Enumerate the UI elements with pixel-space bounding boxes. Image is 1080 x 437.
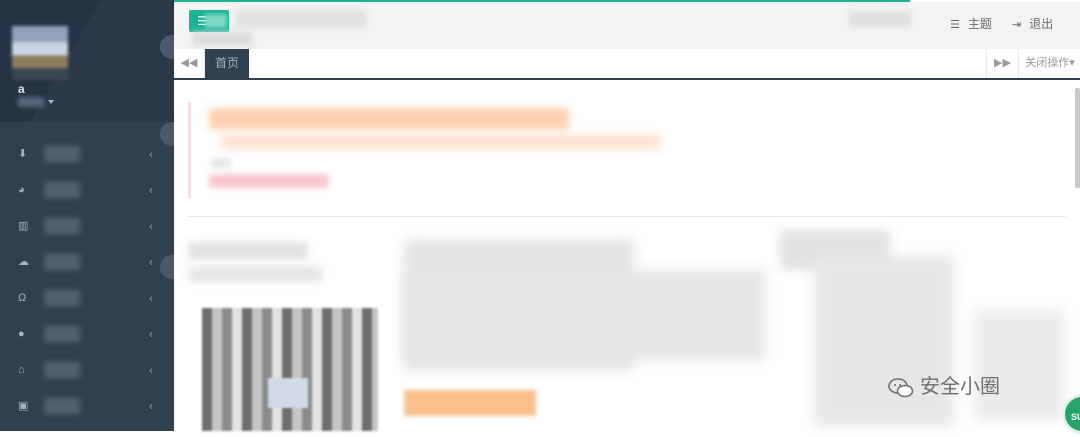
header-subtitle-redacted xyxy=(192,32,252,46)
sidebar-item-label xyxy=(44,146,80,162)
profile-name[interactable]: a xyxy=(18,82,25,96)
home-icon: ⌂ xyxy=(18,364,25,376)
chevron-left-icon: ‹ xyxy=(149,363,153,377)
notice-panel xyxy=(188,102,671,198)
sidebar-item-label xyxy=(44,182,80,198)
column3-body-redacted xyxy=(814,256,954,426)
column2-body-redacted xyxy=(404,270,766,360)
sidebar-item-label xyxy=(44,290,80,306)
twitch-icon: ▣ xyxy=(18,400,29,412)
avatar[interactable] xyxy=(12,26,68,80)
notice-meta-redacted xyxy=(211,158,231,168)
theme-button[interactable]: ☰ 主题 xyxy=(950,15,992,32)
menu-toggle-button[interactable]: ☰ xyxy=(189,10,229,32)
tab-home[interactable]: 首页 xyxy=(205,49,249,78)
notice-text-redacted xyxy=(221,134,661,150)
chevron-left-icon: ‹ xyxy=(149,255,153,269)
chevron-left-icon: ‹ xyxy=(149,183,153,197)
sidebar-item-2[interactable]: ◕ ‹ xyxy=(0,173,174,209)
sidebar-item-4[interactable]: ☁ ‹ xyxy=(0,245,174,281)
main-content: 安全小圈 SU xyxy=(174,80,1080,434)
qr-code-image xyxy=(202,308,378,431)
tab-bar: ◀◀ 首页 ▶▶ 关闭操作▾ xyxy=(174,49,1080,80)
sidebar: a ⬇ ‹ ◕ ‹ ▥ ‹ ☁ ‹ Ω ‹ ● ‹ ⌂ ‹ ▣ ‹ xyxy=(0,0,174,431)
sidebar-item-3[interactable]: ▥ ‹ xyxy=(0,209,174,245)
notice-heading-redacted xyxy=(209,108,569,130)
column2-button-redacted[interactable] xyxy=(404,390,536,416)
logout-label: 退出 xyxy=(1029,17,1054,31)
menu-toggle-blur xyxy=(205,14,227,28)
watermark-text: 安全小圈 xyxy=(920,376,1000,398)
sidebar-item-label xyxy=(44,326,80,342)
chevron-left-icon: ‹ xyxy=(149,399,153,413)
cloud-icon: ☁ xyxy=(18,256,29,268)
theme-label: 主题 xyxy=(967,17,992,31)
bar-chart-icon: ▥ xyxy=(18,220,29,232)
header-title-redacted xyxy=(236,10,366,28)
caret-down-icon xyxy=(48,100,54,105)
sidebar-item-5[interactable]: Ω ‹ xyxy=(0,281,174,317)
sidebar-item-label xyxy=(44,218,80,234)
sidebar-item-6[interactable]: ● ‹ xyxy=(0,317,174,353)
logout-button[interactable]: ⇥ 退出 xyxy=(1012,15,1053,32)
download-icon: ⬇ xyxy=(18,148,28,160)
watermark: 安全小圈 xyxy=(888,370,1000,399)
chevron-left-icon: ‹ xyxy=(149,219,153,233)
sidebar-item-1[interactable]: ⬇ ‹ xyxy=(0,137,174,173)
sidebar-item-8[interactable]: ▣ ‹ xyxy=(0,389,174,425)
profile-panel: a xyxy=(0,0,174,122)
column3-extra-redacted xyxy=(974,310,1064,420)
sidebar-item-7[interactable]: ⌂ ‹ xyxy=(0,353,174,389)
sidebar-item-label xyxy=(44,362,80,378)
profile-role[interactable] xyxy=(18,96,54,108)
comment-icon: ● xyxy=(18,328,25,340)
section-divider xyxy=(188,216,1066,217)
tab-scroll-right-button[interactable]: ▶▶ xyxy=(986,49,1018,78)
logout-icon: ⇥ xyxy=(1012,19,1022,31)
vertical-scrollbar[interactable] xyxy=(1075,88,1080,188)
floating-badge[interactable]: SU xyxy=(1062,394,1080,434)
close-operations-dropdown[interactable]: 关闭操作▾ xyxy=(1018,49,1080,78)
header-user-redacted xyxy=(849,12,911,26)
sidebar-item-label xyxy=(44,254,80,270)
wechat-icon xyxy=(888,377,914,398)
tab-scroll-left-button[interactable]: ◀◀ xyxy=(174,49,205,78)
notice-link-redacted[interactable] xyxy=(209,174,329,188)
pie-chart-icon: ◕ xyxy=(18,184,25,196)
top-header: ☰ ☰ 主题 ⇥ 退出 xyxy=(174,2,1080,49)
theme-icon: ☰ xyxy=(950,19,960,31)
chevron-left-icon: ‹ xyxy=(149,147,153,161)
sidebar-nav: ⬇ ‹ ◕ ‹ ▥ ‹ ☁ ‹ Ω ‹ ● ‹ ⌂ ‹ ▣ ‹ xyxy=(0,137,174,425)
qr-logo xyxy=(268,378,308,408)
profile-role-text xyxy=(18,97,44,108)
sidebar-item-label xyxy=(44,398,80,414)
column1-subtitle-redacted xyxy=(188,266,322,282)
chevron-left-icon: ‹ xyxy=(149,291,153,305)
headphones-icon: Ω xyxy=(18,292,27,304)
chevron-left-icon: ‹ xyxy=(149,327,153,341)
column1-title-redacted xyxy=(188,242,308,260)
